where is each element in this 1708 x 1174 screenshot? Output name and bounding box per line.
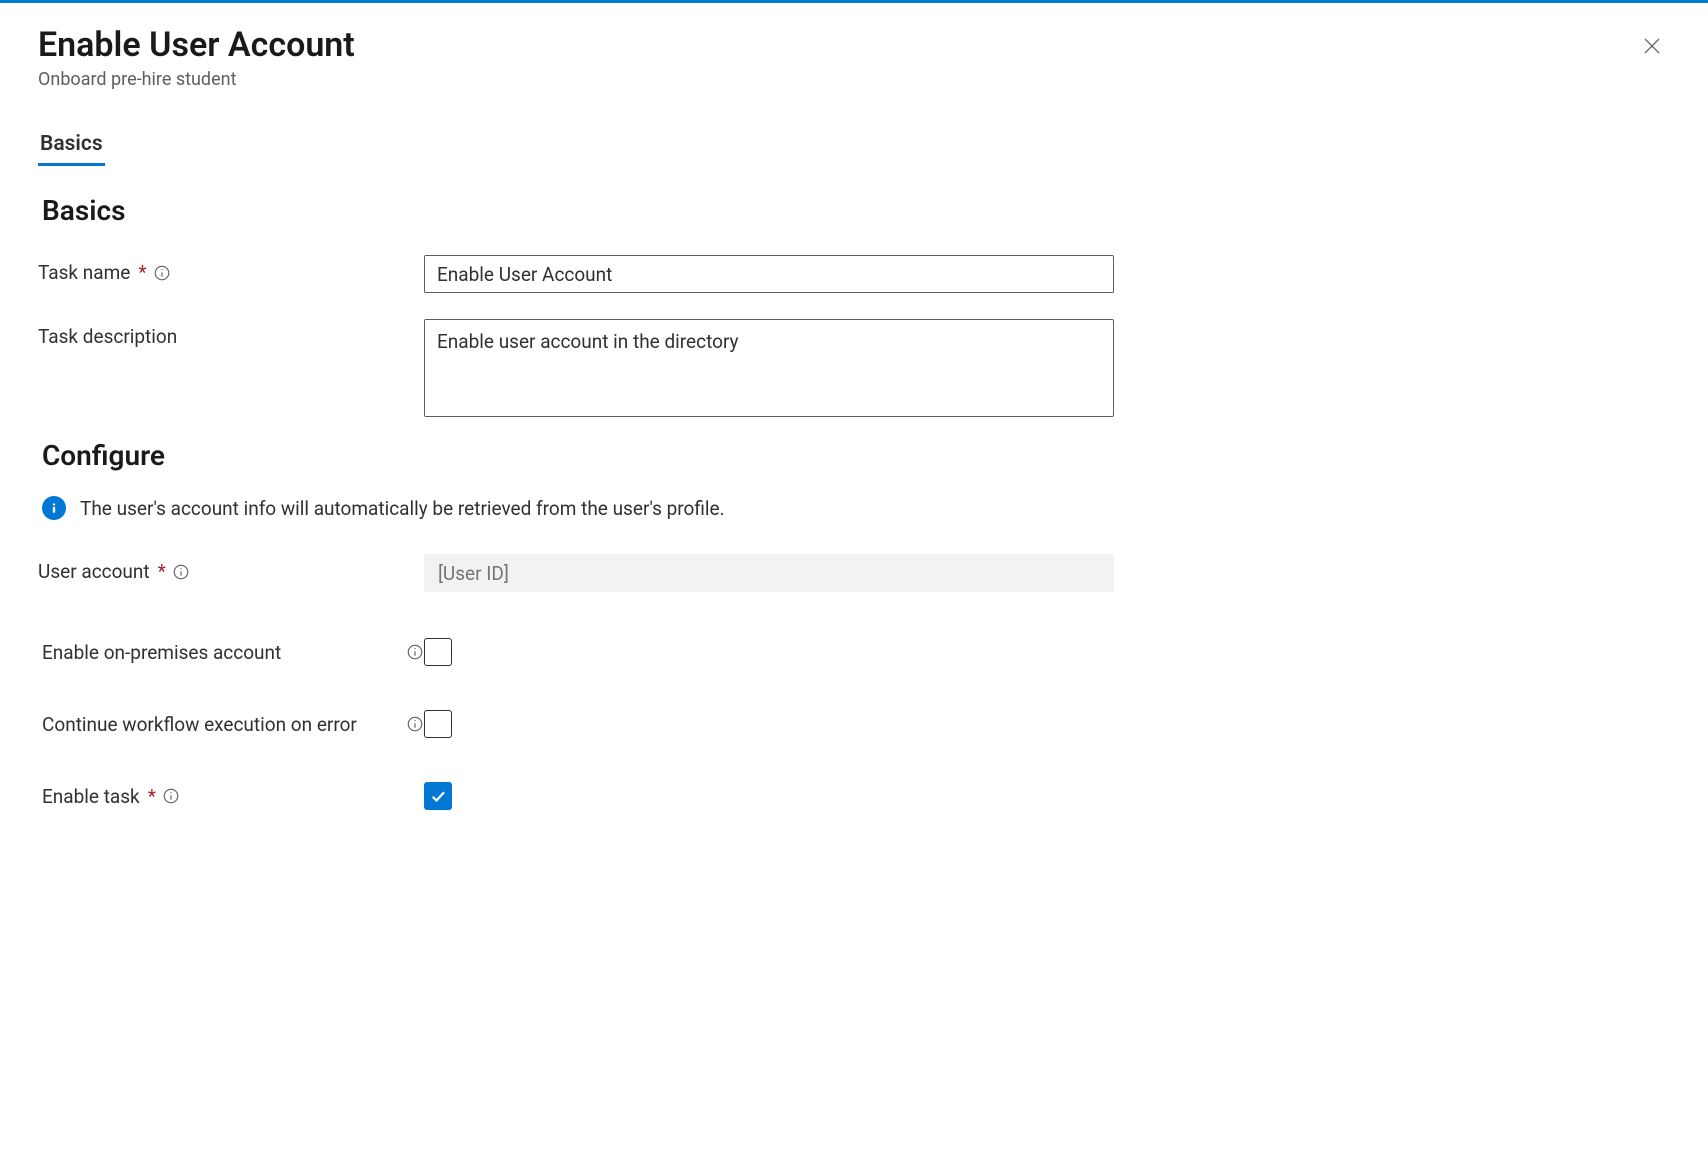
row-task-description: Task description Enable user account in … [38, 319, 1670, 421]
required-star: * [138, 261, 146, 284]
label-task-description: Task description [38, 319, 424, 348]
info-icon[interactable] [406, 715, 424, 733]
required-star: * [148, 785, 156, 808]
info-icon[interactable] [172, 563, 190, 581]
user-account-field [424, 554, 1114, 592]
info-icon[interactable] [406, 643, 424, 661]
page-title: Enable User Account [38, 25, 1670, 65]
checkbox-enable-onprem[interactable] [424, 638, 452, 666]
info-icon[interactable] [162, 787, 180, 805]
label-user-account: User account * [38, 554, 424, 583]
row-task-name: Task name * [38, 255, 1670, 293]
label-task-name: Task name * [38, 255, 424, 284]
close-icon [1642, 36, 1662, 59]
task-description-input[interactable]: Enable user account in the directory [424, 319, 1114, 417]
section-heading-basics: Basics [42, 194, 1670, 227]
label-continue-on-error-text: Continue workflow execution on error [42, 713, 400, 736]
row-enable-onprem: Enable on-premises account [42, 638, 1670, 666]
tab-bar: Basics [38, 126, 1670, 166]
section-heading-configure: Configure [42, 439, 1670, 472]
close-button[interactable] [1636, 31, 1668, 63]
label-task-name-text: Task name [38, 261, 130, 284]
label-task-description-text: Task description [38, 325, 177, 348]
label-enable-task-text: Enable task [42, 785, 140, 808]
row-enable-task: Enable task * [42, 782, 1670, 810]
required-star: * [158, 560, 166, 583]
row-user-account: User account * [38, 554, 1670, 592]
info-banner-text: The user's account info will automatical… [80, 497, 725, 520]
row-continue-on-error: Continue workflow execution on error [42, 710, 1670, 738]
label-enable-onprem-text: Enable on-premises account [42, 641, 400, 664]
page-subtitle: Onboard pre-hire student [38, 69, 1670, 90]
page-container: Enable User Account Onboard pre-hire stu… [0, 3, 1708, 894]
info-icon[interactable] [153, 264, 171, 282]
label-user-account-text: User account [38, 560, 150, 583]
task-name-input[interactable] [424, 255, 1114, 293]
checkbox-enable-task[interactable] [424, 782, 452, 810]
info-banner: The user's account info will automatical… [42, 496, 1670, 520]
tab-basics[interactable]: Basics [38, 126, 105, 166]
checkbox-continue-on-error[interactable] [424, 710, 452, 738]
info-banner-icon [42, 496, 66, 520]
